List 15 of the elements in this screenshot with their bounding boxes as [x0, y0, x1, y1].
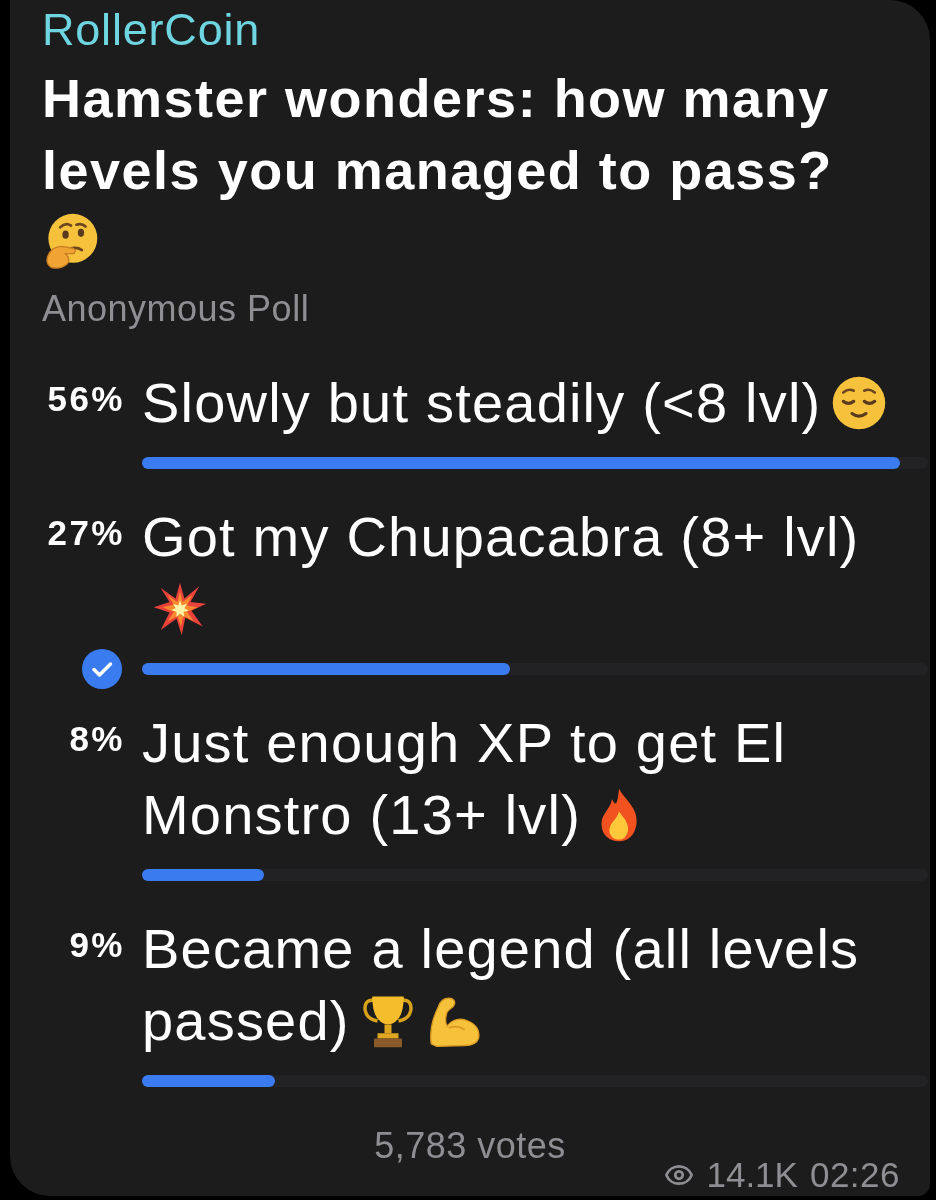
vote-percent: 56%	[47, 378, 125, 420]
vote-percent: 9%	[69, 924, 125, 966]
vote-percent: 27%	[47, 512, 125, 554]
vote-percent: 8%	[69, 718, 125, 760]
message-time: 02:26	[809, 1154, 900, 1196]
channel-name[interactable]: RollerCoin	[42, 4, 261, 56]
poll-option[interactable]: Slowly but steadily (<8 lvl)	[142, 367, 908, 439]
view-count: 14.1K	[706, 1154, 798, 1196]
poll-option[interactable]: Just enough XP to get El Monstro (13+ lvl)	[142, 707, 908, 851]
poll-option[interactable]: Got my Chupacabra (8+ lvl)	[142, 501, 908, 645]
poll-question: Hamster wonders: how many levels you managed to pass?	[42, 67, 834, 202]
poll-type-label: Anonymous Poll	[42, 288, 310, 330]
relieved-face-icon	[831, 375, 888, 432]
poll-option[interactable]: Became a legend (all levels passed)	[142, 913, 908, 1057]
vote-count: 5,783 votes	[374, 1124, 566, 1168]
